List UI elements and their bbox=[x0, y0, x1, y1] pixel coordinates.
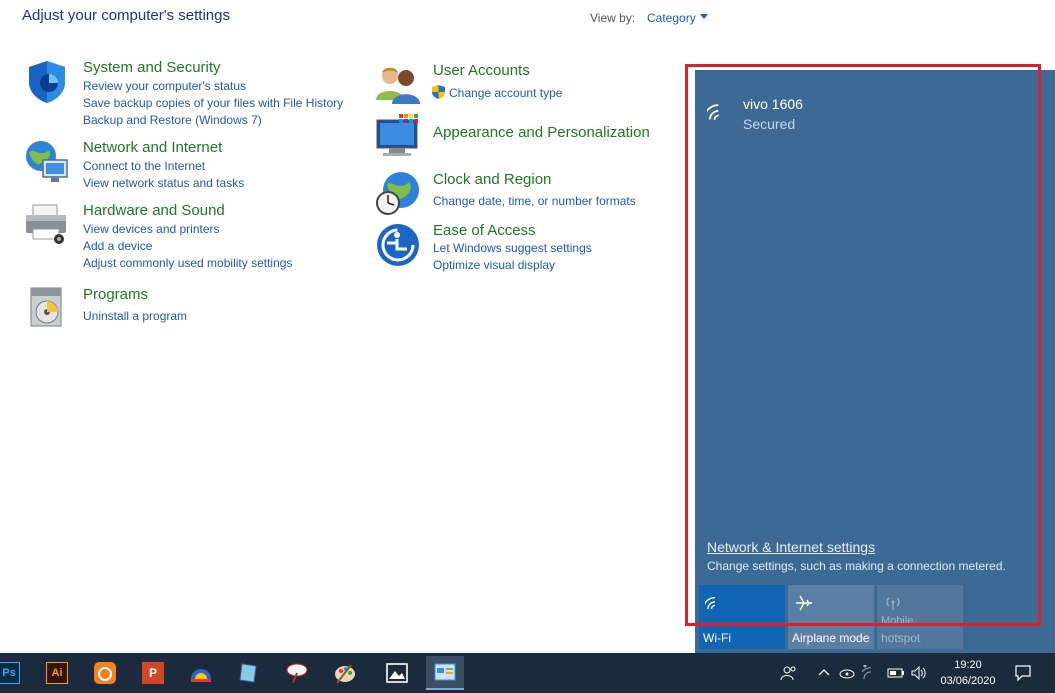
mobile-hotspot-icon bbox=[886, 597, 900, 610]
clock-date: 03/06/2020 bbox=[940, 675, 996, 687]
uc-browser-icon[interactable] bbox=[86, 656, 124, 690]
network-settings-description: Change settings, such as making a connec… bbox=[707, 559, 1006, 573]
printer-icon bbox=[26, 204, 66, 244]
photoshop-icon[interactable]: Ps bbox=[0, 656, 28, 690]
control-panel-window-icon bbox=[434, 663, 456, 681]
uninstall-program-link[interactable]: Uninstall a program bbox=[83, 309, 187, 323]
control-panel-icon[interactable] bbox=[426, 656, 464, 690]
review-status-link[interactable]: Review your computer's status bbox=[83, 79, 246, 93]
devices-printers-link[interactable]: View devices and printers bbox=[83, 222, 220, 236]
connect-internet-link[interactable]: Connect to the Internet bbox=[83, 159, 205, 173]
illustrator-icon[interactable]: Ai bbox=[38, 656, 76, 690]
network-internet-link[interactable]: Network and Internet bbox=[83, 139, 222, 156]
illustrator-label: Ai bbox=[46, 662, 68, 684]
vpn-dome-icon bbox=[191, 669, 211, 682]
monitor-palette-icon bbox=[376, 114, 418, 156]
image-icon bbox=[386, 663, 408, 683]
taskbar: Ps Ai P * 19:20 03/06/2020 bbox=[0, 653, 1055, 693]
hotspot-tile-label: hotspot bbox=[881, 631, 921, 645]
wifi-tile-label: Wi-Fi bbox=[703, 631, 731, 645]
backup-restore-link[interactable]: Backup and Restore (Windows 7) bbox=[83, 113, 262, 127]
palette-app-icon[interactable] bbox=[326, 656, 364, 690]
photoshop-label: Ps bbox=[0, 662, 20, 684]
airplane-mode-tile[interactable]: Airplane mode bbox=[788, 585, 874, 649]
mobility-settings-link[interactable]: Adjust commonly used mobility settings bbox=[83, 256, 292, 270]
uac-shield-icon bbox=[432, 85, 445, 99]
show-hidden-icons-chevron-icon[interactable] bbox=[814, 653, 834, 693]
network-flyout: vivo 1606 Secured Network & Internet set… bbox=[695, 70, 1055, 653]
wifi-icon bbox=[705, 596, 716, 610]
network-status-link[interactable]: View network status and tasks bbox=[83, 176, 244, 190]
taskbar-clock[interactable]: 19:20 03/06/2020 bbox=[932, 657, 1004, 689]
programs-link[interactable]: Programs bbox=[83, 286, 148, 303]
windows-suggest-settings-link[interactable]: Let Windows suggest settings bbox=[433, 241, 592, 255]
add-device-link[interactable]: Add a device bbox=[83, 239, 152, 253]
powerpoint-label: P bbox=[142, 662, 164, 684]
clock-region-link[interactable]: Clock and Region bbox=[433, 171, 551, 188]
notebook-icon bbox=[239, 663, 257, 683]
clock-globe-icon bbox=[376, 172, 419, 215]
vpn-app-icon[interactable] bbox=[182, 656, 220, 690]
chevron-down-icon bbox=[699, 14, 708, 20]
network-internet-settings-link[interactable]: Network & Internet settings bbox=[707, 539, 875, 555]
appearance-personalization-link[interactable]: Appearance and Personalization bbox=[433, 124, 650, 141]
people-icon[interactable] bbox=[776, 653, 802, 693]
airplane-tile-label: Airplane mode bbox=[792, 631, 870, 645]
system-security-link[interactable]: System and Security bbox=[83, 59, 221, 76]
powerpoint-icon[interactable]: P bbox=[134, 656, 172, 690]
notes-app-icon[interactable] bbox=[230, 656, 268, 690]
wifi-toggle-tile[interactable]: Wi-Fi bbox=[699, 585, 785, 649]
view-by-label: View by: bbox=[590, 11, 636, 25]
network-globe-icon bbox=[26, 141, 68, 182]
shield-icon bbox=[29, 61, 65, 103]
svg-text:*: * bbox=[863, 665, 867, 672]
brush-icon bbox=[286, 663, 308, 684]
network-entry[interactable]: vivo 1606 Secured bbox=[695, 86, 1055, 138]
action-center-icon[interactable] bbox=[1008, 653, 1038, 693]
palette-icon bbox=[335, 664, 355, 684]
ease-of-access-icon bbox=[377, 224, 419, 266]
date-time-formats-link[interactable]: Change date, time, or number formats bbox=[433, 194, 636, 208]
file-history-link[interactable]: Save backup copies of your files with Fi… bbox=[83, 96, 343, 110]
paint-app-icon[interactable] bbox=[278, 656, 316, 690]
optimize-display-link[interactable]: Optimize visual display bbox=[433, 258, 555, 272]
ease-of-access-link[interactable]: Ease of Access bbox=[433, 222, 536, 239]
wifi-tray-icon[interactable]: * bbox=[860, 653, 882, 693]
change-account-type-link[interactable]: Change account type bbox=[449, 86, 562, 100]
wifi-signal-icon bbox=[707, 104, 719, 120]
network-status: Secured bbox=[743, 116, 796, 132]
squirrel-icon bbox=[94, 662, 116, 684]
volume-icon[interactable] bbox=[908, 653, 930, 693]
view-by-dropdown[interactable]: Category bbox=[647, 11, 708, 25]
onedrive-sync-icon[interactable] bbox=[836, 653, 858, 693]
hotspot-tile-overflow-label: Mobile bbox=[881, 615, 914, 627]
user-accounts-link[interactable]: User Accounts bbox=[433, 62, 530, 79]
programs-disc-icon bbox=[30, 287, 62, 327]
network-ssid: vivo 1606 bbox=[743, 96, 803, 112]
airplane-icon bbox=[796, 595, 812, 611]
battery-icon[interactable] bbox=[885, 653, 907, 693]
photos-app-icon[interactable] bbox=[378, 656, 416, 690]
mobile-hotspot-tile[interactable]: Mobile hotspot bbox=[877, 585, 963, 649]
hardware-sound-link[interactable]: Hardware and Sound bbox=[83, 202, 225, 219]
view-by-value: Category bbox=[647, 11, 696, 25]
page-title: Adjust your computer's settings bbox=[22, 7, 230, 24]
users-icon bbox=[376, 67, 420, 104]
clock-time: 19:20 bbox=[954, 659, 982, 671]
